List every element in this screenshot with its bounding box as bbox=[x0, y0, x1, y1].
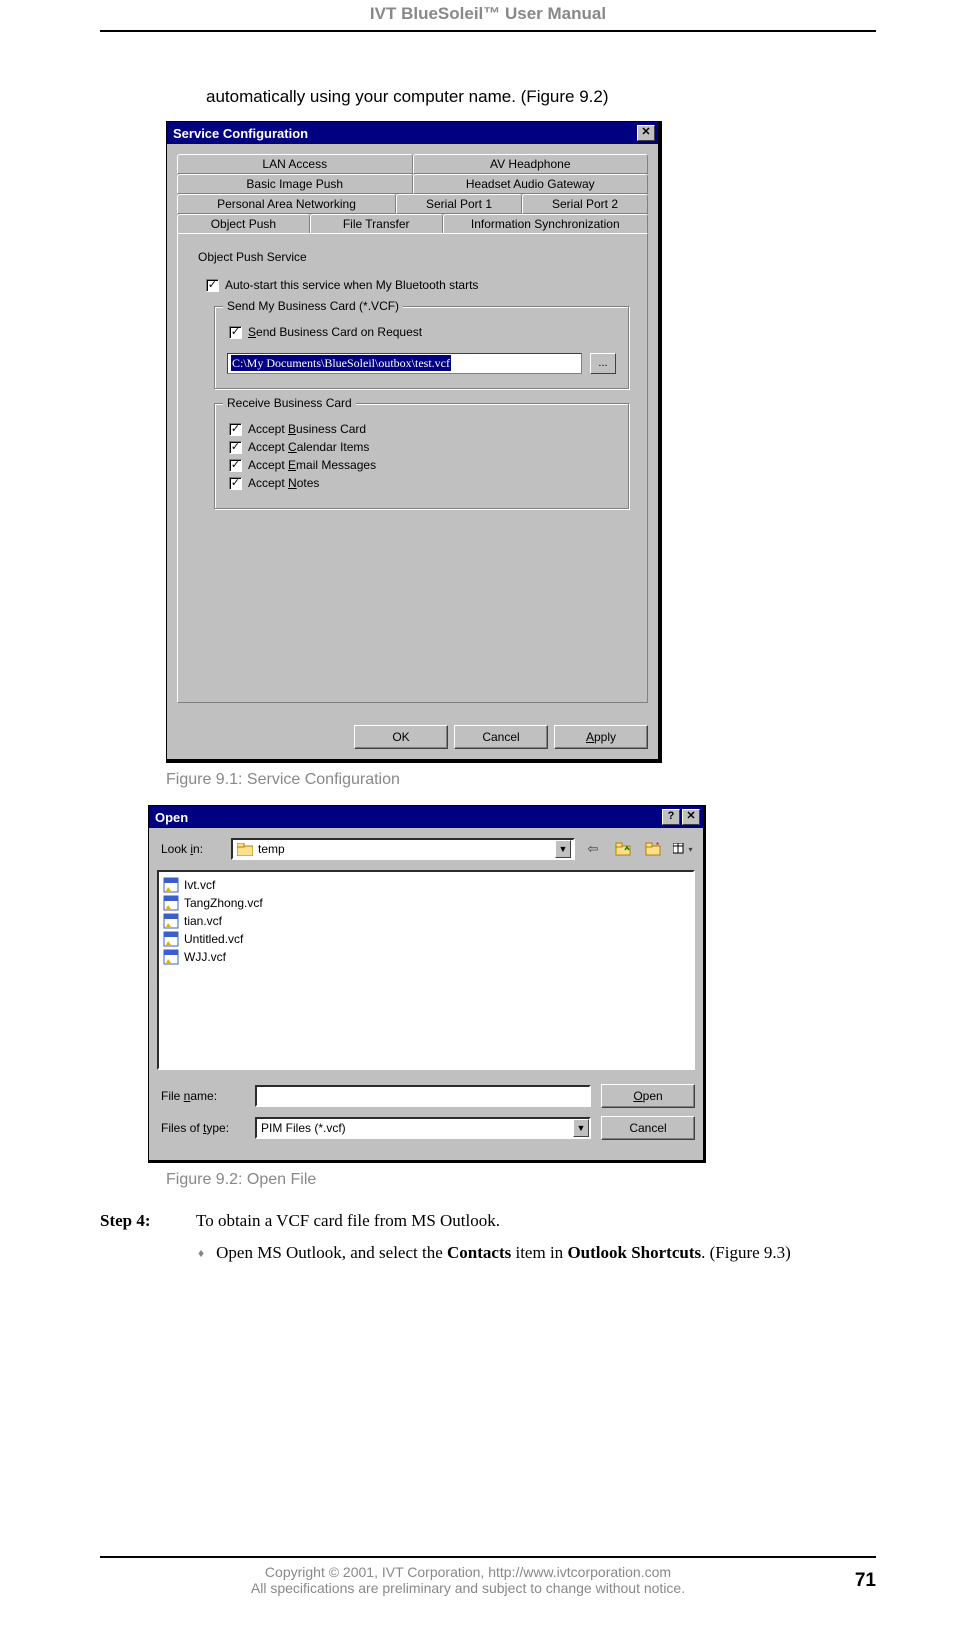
tab-serial-1[interactable]: Serial Port 1 bbox=[396, 194, 522, 214]
close-icon[interactable]: ✕ bbox=[637, 125, 655, 141]
accept-notes-checkbox[interactable]: ✓ bbox=[229, 477, 242, 490]
tab-headset-audio-gateway[interactable]: Headset Audio Gateway bbox=[413, 174, 649, 194]
bullet-icon: ♦ bbox=[198, 1241, 204, 1265]
filetype-label: Files of type: bbox=[161, 1121, 245, 1135]
filetype-combo[interactable]: PIM Files (*.vcf) ▼ bbox=[255, 1117, 591, 1139]
tab-pan[interactable]: Personal Area Networking bbox=[177, 194, 396, 214]
svg-text:*: * bbox=[656, 842, 659, 850]
vcf-icon bbox=[163, 895, 179, 911]
vcf-icon bbox=[163, 877, 179, 893]
browse-button[interactable]: ... bbox=[590, 353, 616, 374]
page-footer: Copyright © 2001, IVT Corporation, http:… bbox=[100, 1556, 876, 1596]
open-file-dialog: Open ? ✕ Look in: temp ▼ ⇦ * ▾ bbox=[148, 805, 706, 1163]
cancel-button[interactable]: Cancel bbox=[454, 725, 548, 749]
footer-line-1: Copyright © 2001, IVT Corporation, http:… bbox=[100, 1564, 836, 1580]
accept-notes-label: Accept Notes bbox=[248, 476, 319, 490]
vcf-icon bbox=[163, 913, 179, 929]
send-card-legend: Send My Business Card (*.VCF) bbox=[223, 299, 403, 313]
tab-basic-image-push[interactable]: Basic Image Push bbox=[177, 174, 413, 194]
lookin-folder-name: temp bbox=[258, 842, 285, 856]
list-item[interactable]: TangZhong.vcf bbox=[163, 894, 689, 912]
group-title: Object Push Service bbox=[198, 250, 633, 264]
tab-lan-access[interactable]: LAN Access bbox=[177, 154, 413, 174]
footer-line-2: All specifications are preliminary and s… bbox=[100, 1580, 836, 1596]
ok-button[interactable]: OK bbox=[354, 725, 448, 749]
filename-input[interactable] bbox=[255, 1085, 591, 1107]
chevron-down-icon[interactable]: ▼ bbox=[573, 1119, 589, 1137]
tab-serial-2[interactable]: Serial Port 2 bbox=[522, 194, 648, 214]
accept-business-label: Accept Business Card bbox=[248, 422, 366, 436]
open-dialog-title: Open bbox=[155, 810, 188, 825]
service-config-dialog: Service Configuration ✕ LAN Access AV He… bbox=[166, 121, 662, 763]
autostart-label: Auto-start this service when My Bluetoot… bbox=[225, 278, 478, 292]
send-on-request-label: Send Business Card on Request bbox=[248, 325, 422, 339]
accept-business-checkbox[interactable]: ✓ bbox=[229, 423, 242, 436]
accept-email-checkbox[interactable]: ✓ bbox=[229, 459, 242, 472]
receive-card-legend: Receive Business Card bbox=[223, 396, 356, 410]
accept-calendar-label: Accept Calendar Items bbox=[248, 440, 369, 454]
send-on-request-checkbox[interactable]: ✓ bbox=[229, 326, 242, 339]
open-titlebar: Open ? ✕ bbox=[149, 806, 703, 828]
receive-card-group: Receive Business Card ✓ Accept Business … bbox=[214, 403, 629, 509]
up-folder-icon[interactable] bbox=[611, 838, 635, 860]
close-icon[interactable]: ✕ bbox=[682, 809, 700, 825]
step4-text: To obtain a VCF card file from MS Outloo… bbox=[196, 1211, 500, 1231]
vcf-path-input[interactable]: C:\My Documents\BlueSoleil\outbox\test.v… bbox=[227, 353, 582, 374]
autostart-checkbox[interactable]: ✓ bbox=[206, 279, 219, 292]
dialog-title: Service Configuration bbox=[173, 126, 308, 141]
figure-caption-1: Figure 9.1: Service Configuration bbox=[166, 771, 876, 789]
folder-icon bbox=[237, 843, 253, 856]
tab-info-sync[interactable]: Information Synchronization bbox=[443, 214, 648, 233]
view-menu-icon[interactable]: ▾ bbox=[671, 838, 695, 860]
intro-text: automatically using your computer name. … bbox=[206, 87, 876, 107]
apply-button[interactable]: Apply bbox=[554, 725, 648, 749]
figure-caption-2: Figure 9.2: Open File bbox=[166, 1171, 876, 1189]
send-card-group: Send My Business Card (*.VCF) ✓ Send Bus… bbox=[214, 306, 629, 389]
open-button[interactable]: Open bbox=[601, 1084, 695, 1108]
chevron-down-icon[interactable]: ▼ bbox=[555, 840, 571, 858]
lookin-combo[interactable]: temp ▼ bbox=[231, 838, 575, 860]
vcf-icon bbox=[163, 949, 179, 965]
filename-label: File name: bbox=[161, 1089, 245, 1103]
page-header: IVT BlueSoleil™ User Manual bbox=[100, 0, 876, 32]
accept-email-label: Accept Email Messages bbox=[248, 458, 376, 472]
new-folder-icon[interactable]: * bbox=[641, 838, 665, 860]
back-icon[interactable]: ⇦ bbox=[581, 838, 605, 860]
list-item[interactable]: tian.vcf bbox=[163, 912, 689, 930]
tab-file-transfer[interactable]: File Transfer bbox=[310, 214, 443, 233]
bullet-text: Open MS Outlook, and select the Contacts… bbox=[216, 1241, 876, 1265]
list-item[interactable]: WJJ.vcf bbox=[163, 948, 689, 966]
vcf-icon bbox=[163, 931, 179, 947]
lookin-label: Look in: bbox=[161, 842, 225, 856]
titlebar: Service Configuration ✕ bbox=[167, 122, 658, 144]
tab-av-headphone[interactable]: AV Headphone bbox=[413, 154, 649, 174]
tab-object-push[interactable]: Object Push bbox=[177, 214, 310, 233]
step4-label: Step 4: bbox=[100, 1211, 180, 1231]
accept-calendar-checkbox[interactable]: ✓ bbox=[229, 441, 242, 454]
page-number: 71 bbox=[855, 1570, 876, 1592]
file-list[interactable]: Ivt.vcf TangZhong.vcf tian.vcf Untitled.… bbox=[157, 870, 695, 1070]
help-icon[interactable]: ? bbox=[662, 809, 680, 825]
list-item[interactable]: Untitled.vcf bbox=[163, 930, 689, 948]
cancel-open-button[interactable]: Cancel bbox=[601, 1116, 695, 1140]
list-item[interactable]: Ivt.vcf bbox=[163, 876, 689, 894]
